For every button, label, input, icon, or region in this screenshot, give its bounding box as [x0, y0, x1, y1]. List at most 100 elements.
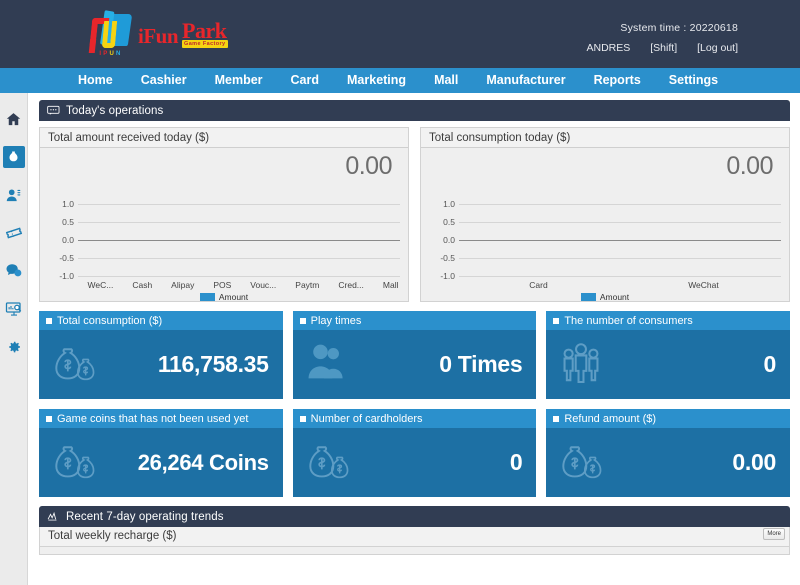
chart-value-consumption-today: 0.00	[726, 152, 773, 180]
chart-legend-consumption-today: Amount	[421, 292, 789, 302]
chart-x-labels-consumption-today: Card WeChat	[459, 280, 789, 290]
legend-label: Amount	[218, 292, 249, 302]
chart-plot-amount-received: 1.0 0.5 0.0 -0.5 -1.0	[40, 199, 400, 281]
stat-card-title: Refund amount ($)	[564, 412, 657, 425]
weekly-recharge-panel-title: Total weekly recharge ($) More	[39, 527, 790, 547]
panel-title-text: Total weekly recharge ($)	[48, 530, 177, 542]
recent-trends-section-header: Recent 7-day operating trends	[39, 506, 790, 527]
stat-card-value: 0	[509, 449, 523, 475]
shift-link[interactable]: [Shift]	[650, 42, 677, 54]
y-tick: 0.5	[443, 217, 455, 227]
stat-card-header: Total consumption ($)	[39, 311, 283, 330]
stat-card-unused-game-coins[interactable]: Game coins that has not been used yet 26…	[39, 409, 283, 497]
stat-card-value: 26,264 Coins	[137, 449, 269, 475]
sidebar-item-card[interactable]	[3, 222, 25, 244]
stat-card-value: 0	[763, 351, 777, 377]
y-tick: -0.5	[59, 253, 74, 263]
stat-card-body: 0.00	[546, 428, 790, 497]
sidebar-item-marketing[interactable]	[3, 260, 25, 282]
stat-card-total-consumption[interactable]: Total consumption ($) 116,758.35	[39, 311, 283, 399]
left-icon-rail	[0, 93, 28, 585]
chart-panel-consumption-today: Total consumption today ($) 0.00 1.0 0.5…	[420, 127, 790, 302]
logo-mark-subtext: IPUN	[99, 51, 123, 57]
nav-item-cashier[interactable]: Cashier	[127, 68, 201, 93]
stat-card-value: 0 Times	[439, 351, 523, 377]
y-tick: 0.0	[443, 235, 455, 245]
legend-swatch-icon	[580, 293, 596, 301]
chart-legend-amount-received: Amount	[40, 292, 408, 302]
nav-item-member[interactable]: Member	[201, 68, 277, 93]
nav-item-settings[interactable]: Settings	[655, 68, 732, 93]
stat-card-refund-amount[interactable]: Refund amount ($) 0.00	[546, 409, 790, 497]
member-user-icon	[6, 188, 21, 201]
x-tick: Card	[529, 280, 548, 290]
system-time-label: System time : 20220618	[620, 22, 738, 34]
chart-plot-consumption-today: 1.0 0.5 0.0 -0.5 -1.0	[421, 199, 781, 281]
x-tick: Paytm	[295, 280, 320, 290]
top-header: IPUN iFun Park Game Factory System time …	[0, 0, 800, 68]
nav-item-reports[interactable]: Reports	[580, 68, 655, 93]
brand-tagline: Game Factory	[182, 39, 228, 48]
money-bags-icon	[305, 438, 351, 487]
y-tick: -1.0	[59, 271, 74, 281]
x-tick: Mall	[382, 280, 399, 290]
brand-logo[interactable]: IPUN iFun Park Game Factory	[89, 8, 228, 60]
todays-operations-section-header: Today's operations	[39, 100, 790, 121]
stat-card-play-times[interactable]: Play times 0 Times	[292, 311, 537, 399]
bullet-icon	[553, 317, 560, 324]
stat-card-header: Number of cardholders	[292, 409, 537, 428]
money-bags-icon	[51, 438, 97, 487]
home-icon	[6, 112, 21, 125]
chart-body-amount-received: 0.00 1.0 0.5 0.0 -0.5 -1.0 WeC... Cash A…	[40, 148, 408, 302]
chart-value-amount-received: 0.00	[345, 152, 392, 180]
bullet-icon	[299, 415, 306, 422]
nav-item-home[interactable]: Home	[68, 68, 127, 93]
stat-card-body: 0	[292, 428, 537, 497]
stat-card-number-of-cardholders[interactable]: Number of cardholders 0	[292, 409, 537, 497]
gear-settings-icon	[9, 341, 21, 352]
sidebar-item-member[interactable]	[3, 184, 25, 206]
chart-x-labels-amount-received: WeC... Cash Alipay POS Vouc... Paytm Cre…	[78, 280, 408, 290]
sidebar-item-reports[interactable]	[3, 298, 25, 320]
section-title-text: Recent 7-day operating trends	[66, 510, 224, 523]
stat-card-value: 0.00	[732, 449, 776, 475]
stat-card-header: Refund amount ($)	[546, 409, 790, 428]
section-title-text: Today's operations	[66, 104, 164, 117]
ifun-logo-mark-icon: IPUN	[89, 12, 133, 57]
sidebar-item-home[interactable]	[3, 108, 25, 130]
stat-card-number-of-consumers[interactable]: The number of consumers 0	[546, 311, 790, 399]
brand-primary-text: iFun	[138, 23, 179, 48]
logout-link[interactable]: [Log out]	[697, 42, 738, 54]
more-button[interactable]: More	[763, 528, 785, 540]
nav-item-marketing[interactable]: Marketing	[333, 68, 420, 93]
x-tick: Alipay	[171, 280, 195, 290]
nav-item-mall[interactable]: Mall	[420, 68, 472, 93]
stat-card-title: Game coins that has not been used yet	[57, 412, 249, 425]
stat-card-body: 26,264 Coins	[39, 428, 283, 497]
x-tick: WeC...	[87, 280, 114, 290]
sidebar-item-settings[interactable]	[3, 336, 25, 358]
cashier-bag-icon	[9, 150, 18, 161]
stat-cards-grid: Total consumption ($) 116,758.35 Play ti…	[39, 311, 790, 497]
weekly-recharge-chart-area	[39, 547, 790, 555]
legend-swatch-icon	[199, 293, 215, 301]
account-row: ANDRES [Shift] [Log out]	[587, 42, 739, 54]
bullet-icon	[46, 317, 52, 324]
legend-label: Amount	[599, 292, 630, 302]
stat-card-header: The number of consumers	[546, 311, 790, 330]
group-people-icon	[558, 340, 604, 389]
main-navigation: Home Cashier Member Card Marketing Mall …	[0, 68, 800, 93]
stat-card-body: 0 Times	[292, 330, 537, 399]
money-bags-icon	[558, 438, 604, 487]
nav-item-card[interactable]: Card	[277, 68, 333, 93]
speech-bubble-icon	[47, 105, 60, 115]
brand-secondary-text: Park	[182, 17, 227, 43]
stat-card-header: Play times	[292, 311, 537, 330]
stat-card-title: Play times	[310, 314, 362, 327]
nav-item-manufacturer[interactable]: Manufacturer	[472, 68, 579, 93]
x-tick: Cred...	[338, 280, 364, 290]
chart-title-consumption-today: Total consumption today ($)	[421, 128, 789, 148]
sidebar-item-cashier[interactable]	[2, 146, 25, 168]
main-content: Today's operations Total amount received…	[29, 93, 800, 585]
money-bags-icon	[51, 340, 97, 389]
